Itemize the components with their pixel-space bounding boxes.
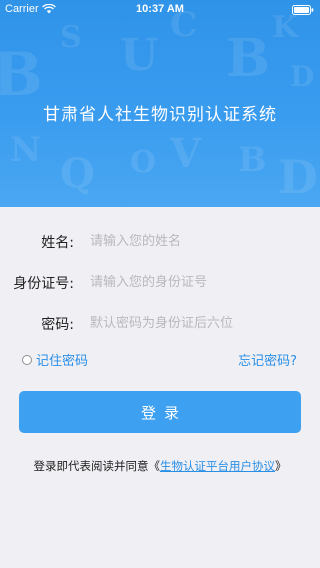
agreement-prefix: 登录即代表阅读并同意《: [33, 459, 161, 473]
name-label: 姓名:: [41, 235, 74, 251]
decorative-letter: D: [290, 60, 315, 93]
agreement-text: 登录即代表阅读并同意《生物认证平台用户协议》: [0, 458, 320, 474]
status-bar: Carrier 10:37 AM: [0, 0, 320, 20]
header-banner: B S U C B K N Q O V B D D Carrier 10:37 …: [0, 0, 320, 207]
decorative-letter: S: [60, 20, 82, 55]
decorative-letter: U: [120, 30, 159, 81]
password-label: 密码:: [41, 317, 74, 333]
remember-password-toggle[interactable]: 记住密码: [22, 350, 88, 369]
user-agreement-link[interactable]: 生物认证平台用户协议: [160, 459, 275, 473]
decorative-letter: V: [170, 130, 202, 177]
password-row: 密码:: [0, 308, 320, 338]
remember-password-label: 记住密码: [36, 354, 89, 369]
id-number-input[interactable]: [90, 269, 300, 295]
status-time: 10:37 AM: [136, 3, 184, 15]
app-title: 甘肃省人社生物识别认证系统: [43, 105, 277, 125]
radio-unchecked-icon[interactable]: [22, 354, 32, 365]
login-screen: B S U C B K N Q O V B D D Carrier 10:37 …: [0, 0, 320, 568]
id-number-row: 身份证号:: [0, 267, 320, 297]
password-input[interactable]: [90, 310, 300, 336]
login-button[interactable]: 登录: [19, 391, 301, 433]
decorative-letter: Q: [60, 150, 95, 197]
decorative-letter: D: [278, 150, 318, 204]
decorative-letter: N: [10, 130, 42, 170]
id-number-label: 身份证号:: [13, 276, 74, 292]
decorative-letter: B: [238, 140, 267, 180]
forgot-password-link[interactable]: 忘记密码?: [238, 350, 297, 369]
decorative-letter: O: [130, 145, 157, 180]
name-input[interactable]: [90, 228, 300, 254]
agreement-suffix: 》: [275, 459, 287, 473]
battery-icon: [292, 5, 314, 15]
decorative-letter: B: [226, 28, 270, 89]
name-row: 姓名:: [0, 226, 320, 256]
